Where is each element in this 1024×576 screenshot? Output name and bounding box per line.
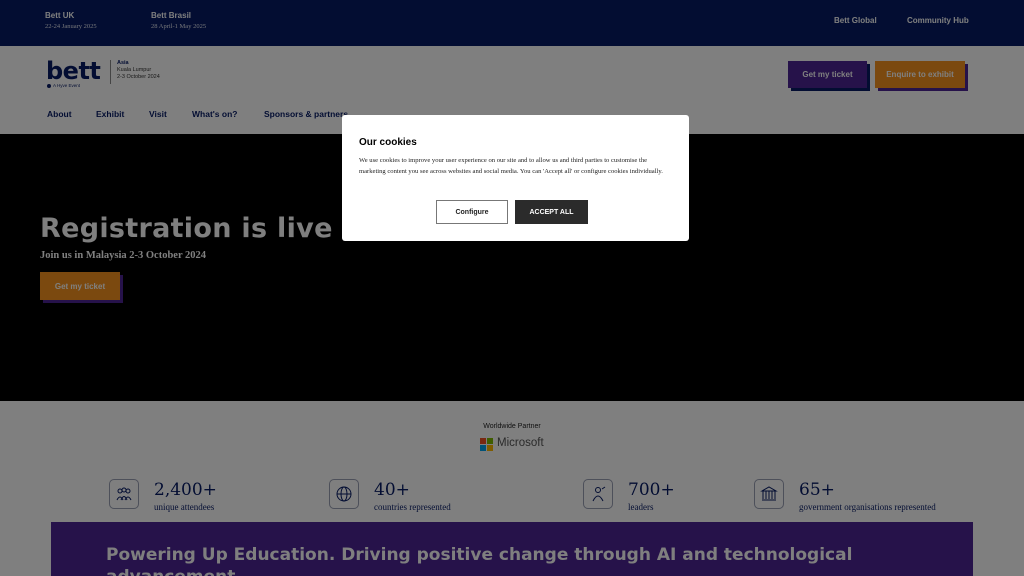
configure-cookies-button[interactable]: Configure <box>436 200 508 224</box>
cookie-description: We use cookies to improve your user expe… <box>359 157 663 175</box>
modal-overlay <box>0 0 1024 576</box>
accept-all-cookies-button[interactable]: ACCEPT ALL <box>515 200 588 224</box>
cookie-title: Our cookies <box>359 137 417 148</box>
cookie-dialog: Our cookies We use cookies to improve yo… <box>342 115 689 241</box>
